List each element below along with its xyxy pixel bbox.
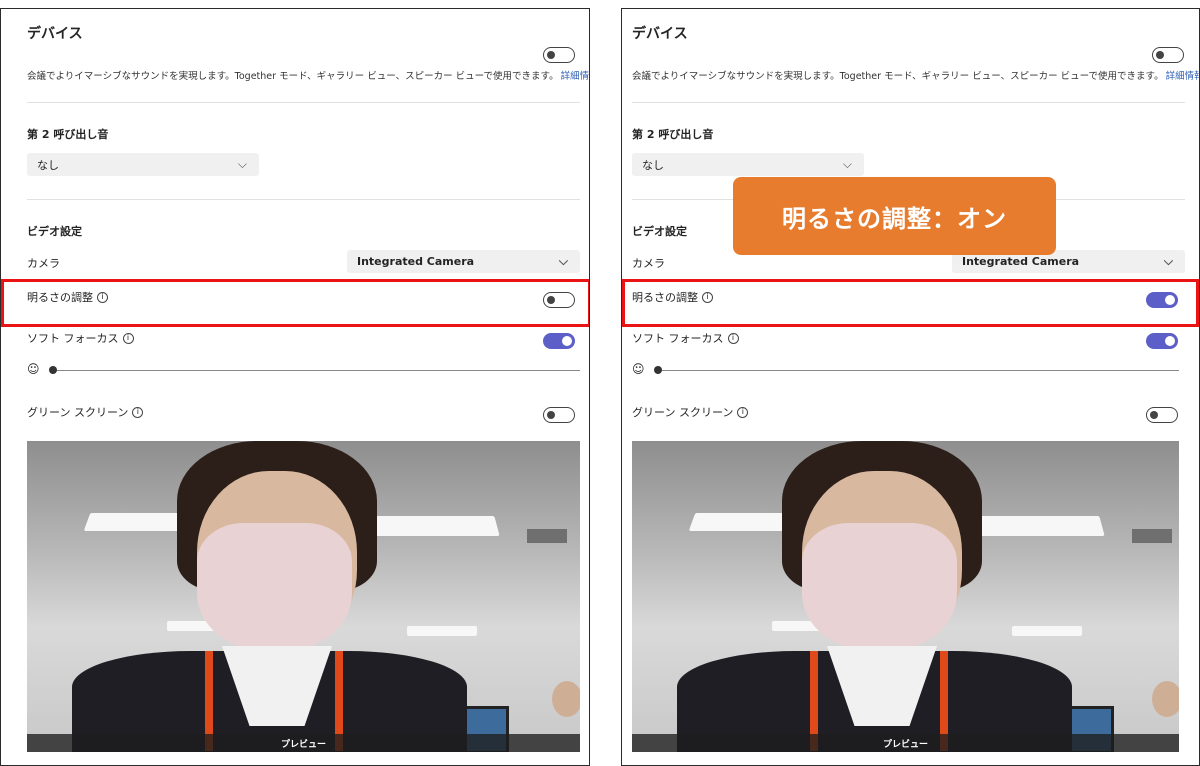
divider	[27, 199, 580, 200]
soft-focus-label: ソフト フォーカス i	[27, 330, 134, 346]
highlight-box	[622, 279, 1199, 327]
green-screen-text: グリーン スクリーン	[27, 406, 129, 419]
spatial-audio-description: 会議でよりイマーシブなサウンドを実現します。Together モード、ギャラリー…	[27, 68, 589, 82]
ceiling-light	[969, 516, 1105, 536]
soft-focus-slider-track[interactable]	[656, 370, 1179, 371]
highlight-box	[1, 279, 589, 327]
green-screen-label: グリーン スクリーン i	[27, 404, 144, 420]
face-mask	[802, 523, 957, 651]
green-screen-toggle[interactable]	[1146, 407, 1178, 423]
camera-label: カメラ	[27, 255, 60, 271]
ceiling-light	[1012, 626, 1082, 636]
soft-focus-slider-thumb[interactable]	[654, 366, 662, 374]
info-icon[interactable]: i	[737, 406, 749, 418]
soft-focus-label: ソフト フォーカス i	[632, 330, 739, 346]
chevron-down-icon: ⌵	[237, 157, 247, 171]
page-title: デバイス	[632, 26, 688, 42]
soft-focus-slider-track[interactable]	[51, 370, 580, 371]
chevron-down-icon: ⌵	[1163, 254, 1173, 268]
divider	[632, 102, 1185, 103]
info-icon[interactable]: i	[132, 406, 144, 418]
camera-value: Integrated Camera	[962, 255, 1080, 268]
green-screen-toggle[interactable]	[543, 407, 575, 423]
description-text: 会議でよりイマーシブなサウンドを実現します。Together モード、ギャラリー…	[27, 71, 559, 82]
camera-value: Integrated Camera	[357, 255, 475, 268]
ceiling-vent	[527, 529, 567, 543]
face-mask	[197, 523, 352, 651]
chevron-down-icon: ⌵	[558, 254, 568, 268]
soft-focus-toggle[interactable]	[1146, 333, 1178, 349]
background-person	[1152, 681, 1179, 717]
background-person	[552, 681, 580, 717]
camera-preview: プレビュー	[632, 441, 1179, 752]
learn-more-link[interactable]: 詳細情報	[561, 71, 589, 82]
soft-focus-text: ソフト フォーカス	[632, 332, 724, 345]
spatial-audio-description: 会議でよりイマーシブなサウンドを実現します。Together モード、ギャラリー…	[632, 68, 1199, 82]
soft-focus-text: ソフト フォーカス	[27, 332, 119, 345]
video-settings-heading: ビデオ設定	[27, 225, 82, 238]
secondary-ringer-dropdown[interactable]: なし ⌵	[27, 153, 259, 176]
chevron-down-icon: ⌵	[842, 157, 852, 171]
secondary-ringer-label: 第 2 呼び出し音	[27, 128, 109, 141]
ceiling-light	[407, 626, 477, 636]
spatial-audio-toggle[interactable]	[1152, 47, 1184, 63]
soft-focus-face-icon: ☺	[27, 362, 40, 376]
video-settings-heading: ビデオ設定	[632, 225, 687, 238]
ceiling-vent	[1132, 529, 1172, 543]
description-text: 会議でよりイマーシブなサウンドを実現します。Together モード、ギャラリー…	[632, 71, 1164, 82]
settings-panel-after: デバイス 会議でよりイマーシブなサウンドを実現します。Together モード、…	[621, 8, 1200, 766]
soft-focus-face-icon: ☺	[632, 362, 645, 376]
camera-preview: プレビュー	[27, 441, 580, 752]
camera-label-text: カメラ	[632, 257, 665, 270]
settings-panel-before: デバイス 会議でよりイマーシブなサウンドを実現します。Together モード、…	[0, 8, 590, 766]
secondary-ringer-value: なし	[642, 158, 664, 172]
spatial-audio-toggle[interactable]	[543, 47, 575, 63]
divider	[27, 102, 580, 103]
secondary-ringer-label: 第 2 呼び出し音	[632, 128, 714, 141]
ceiling-light	[364, 516, 500, 536]
learn-more-link[interactable]: 詳細情報	[1166, 71, 1199, 82]
green-screen-label: グリーン スクリーン i	[632, 404, 749, 420]
info-icon[interactable]: i	[122, 332, 134, 344]
preview-label: プレビュー	[632, 734, 1179, 752]
page-title: デバイス	[27, 26, 83, 42]
camera-label-text: カメラ	[27, 257, 60, 270]
soft-focus-toggle[interactable]	[543, 333, 575, 349]
camera-label: カメラ	[632, 255, 665, 271]
secondary-ringer-dropdown[interactable]: なし ⌵	[632, 153, 864, 176]
camera-dropdown[interactable]: Integrated Camera ⌵	[347, 250, 580, 273]
callout-label: 明るさの調整：オン	[733, 177, 1056, 255]
secondary-ringer-value: なし	[37, 158, 59, 172]
green-screen-text: グリーン スクリーン	[632, 406, 734, 419]
soft-focus-slider-thumb[interactable]	[49, 366, 57, 374]
preview-label: プレビュー	[27, 734, 580, 752]
info-icon[interactable]: i	[727, 332, 739, 344]
